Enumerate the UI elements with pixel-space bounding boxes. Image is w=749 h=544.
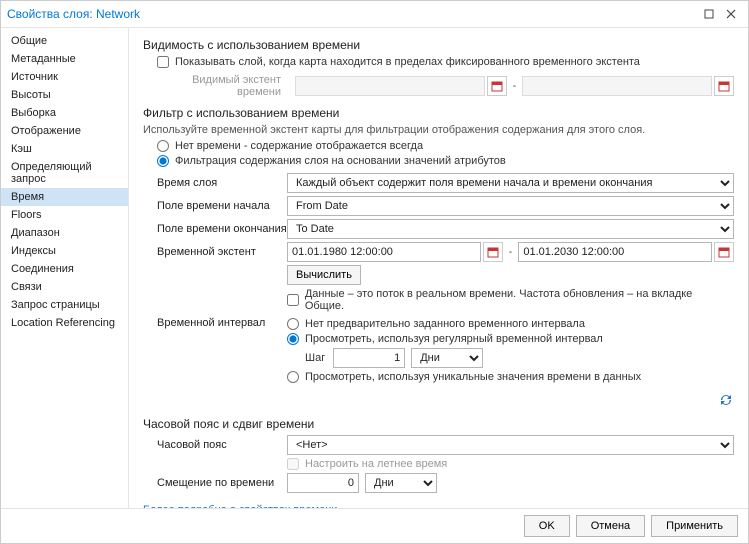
filter-radio-none-label: Нет времени - содержание отображается вс… [175, 140, 423, 152]
offset-label: Смещение по времени [157, 477, 287, 489]
extent-from-input[interactable] [287, 242, 481, 262]
maximize-icon[interactable] [698, 5, 720, 23]
interval-radio-unique-label: Просмотреть, используя уникальные значен… [305, 371, 641, 383]
tz-select[interactable]: <Нет> [287, 435, 734, 455]
offset-input[interactable] [287, 473, 359, 493]
close-icon[interactable] [720, 5, 742, 23]
step-label: Шаг [305, 352, 325, 364]
visible-extent-to [522, 76, 712, 96]
interval-radio-unique[interactable] [287, 371, 299, 383]
sidebar-item[interactable]: Выборка [1, 104, 128, 122]
start-field-select[interactable]: From Date [287, 196, 734, 216]
interval-radio-none-label: Нет предварительно заданного временного … [305, 318, 585, 330]
sidebar: ОбщиеМетаданныеИсточникВысотыВыборкаОтоб… [1, 28, 129, 508]
sidebar-item[interactable]: Соединения [1, 260, 128, 278]
calendar-icon [487, 76, 507, 96]
dst-checkbox [287, 458, 299, 470]
filter-radio-none[interactable] [157, 140, 169, 152]
interval-radio-regular[interactable] [287, 333, 299, 345]
extent-to-input[interactable] [518, 242, 712, 262]
filter-radio-attr[interactable] [157, 155, 169, 167]
ok-button[interactable]: OK [524, 515, 570, 537]
calendar-icon[interactable] [483, 242, 503, 262]
tz-label: Часовой пояс [157, 439, 287, 451]
sidebar-item[interactable]: Диапазон [1, 224, 128, 242]
layer-time-label: Время слоя [157, 177, 287, 189]
sidebar-item[interactable]: Общие [1, 32, 128, 50]
interval-radio-regular-label: Просмотреть, используя регулярный времен… [305, 333, 603, 345]
visible-extent-label: Видимый экстент времени [157, 74, 287, 98]
visibility-checkbox-label: Показывать слой, когда карта находится в… [175, 56, 640, 68]
dst-label: Настроить на летнее время [305, 458, 447, 470]
end-field-select[interactable]: To Date [287, 219, 734, 239]
sidebar-item[interactable]: Запрос страницы [1, 296, 128, 314]
window-title: Свойства слоя: Network [7, 7, 140, 21]
tz-title: Часовой пояс и сдвиг времени [143, 417, 734, 431]
sidebar-item[interactable]: Определяющий запрос [1, 158, 128, 188]
step-input[interactable] [333, 348, 405, 368]
calendar-icon[interactable] [714, 242, 734, 262]
sidebar-item[interactable]: Высоты [1, 86, 128, 104]
step-unit-select[interactable]: Дни [411, 348, 483, 368]
refresh-icon[interactable] [718, 392, 734, 411]
layer-time-select[interactable]: Каждый объект содержит поля времени нача… [287, 173, 734, 193]
filter-title: Фильтр с использованием времени [143, 106, 734, 120]
stream-checkbox[interactable] [287, 294, 299, 306]
calculate-button[interactable]: Вычислить [287, 265, 361, 285]
extent-label: Временной экстент [157, 246, 287, 258]
interval-label: Временной интервал [157, 315, 287, 329]
sidebar-item[interactable]: Location Referencing [1, 314, 128, 332]
stream-label: Данные – это поток в реальном времени. Ч… [305, 288, 734, 312]
filter-hint: Используйте временной экстент карты для … [143, 124, 734, 136]
sidebar-item[interactable]: Кэш [1, 140, 128, 158]
filter-radio-attr-label: Фильтрация содержания слоя на основании … [175, 155, 506, 167]
sidebar-item[interactable]: Связи [1, 278, 128, 296]
start-field-label: Поле времени начала [157, 200, 287, 212]
sidebar-item[interactable]: Индексы [1, 242, 128, 260]
sidebar-item[interactable]: Время [1, 188, 128, 206]
visibility-checkbox[interactable] [157, 56, 169, 68]
sidebar-item[interactable]: Метаданные [1, 50, 128, 68]
end-field-label: Поле времени окончания [157, 223, 287, 235]
apply-button[interactable]: Применить [651, 515, 738, 537]
sidebar-item[interactable]: Источник [1, 68, 128, 86]
interval-radio-none[interactable] [287, 318, 299, 330]
content-panel: Видимость с использованием времени Показ… [129, 28, 748, 508]
sidebar-item[interactable]: Отображение [1, 122, 128, 140]
cancel-button[interactable]: Отмена [576, 515, 645, 537]
visible-extent-from [295, 76, 485, 96]
visibility-title: Видимость с использованием времени [143, 38, 734, 52]
sidebar-item[interactable]: Floors [1, 206, 128, 224]
offset-unit-select[interactable]: Дни [365, 473, 437, 493]
calendar-icon [714, 76, 734, 96]
